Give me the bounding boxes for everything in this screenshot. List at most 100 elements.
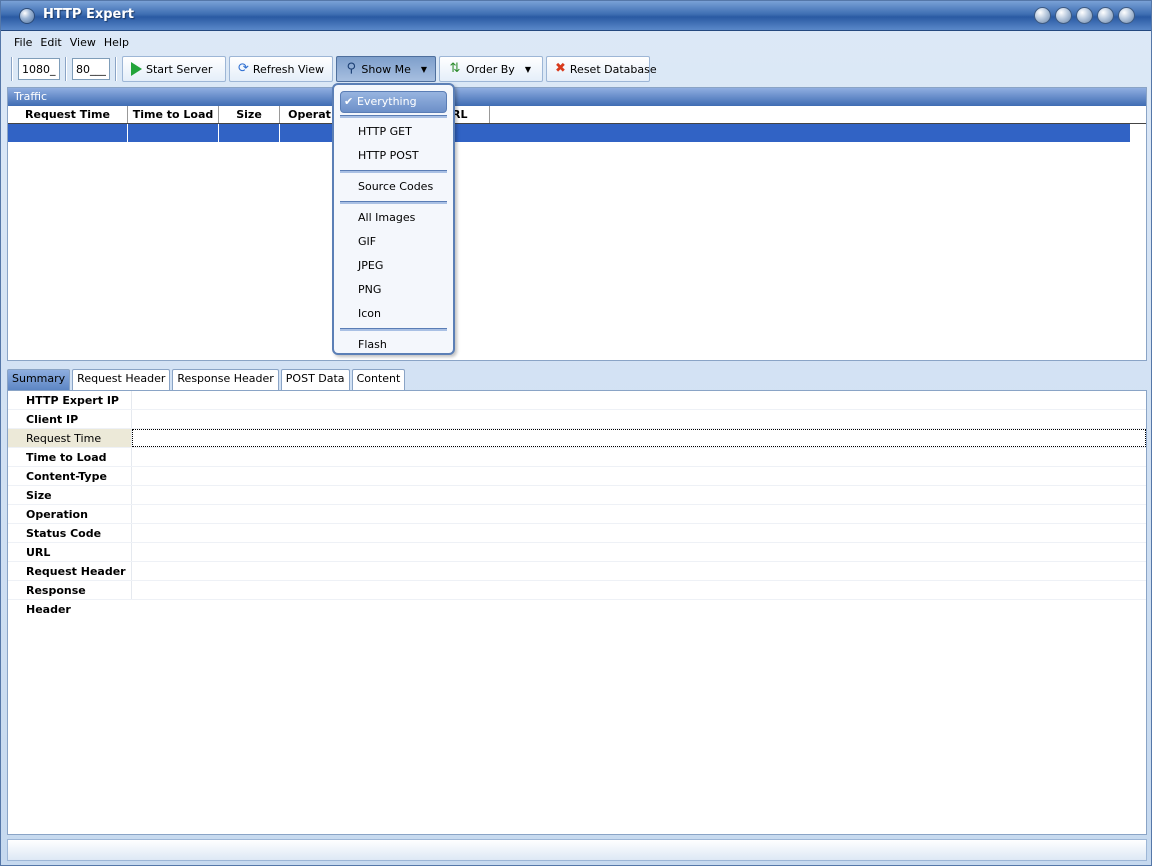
field-label: Content-Type	[8, 467, 132, 485]
field-value[interactable]	[132, 524, 1146, 542]
table-row[interactable]	[8, 124, 1130, 142]
field-label: Response Header	[8, 581, 132, 616]
app-orb-icon[interactable]	[19, 8, 35, 24]
minimize-button[interactable]	[1076, 7, 1093, 24]
window-controls	[1034, 7, 1135, 24]
order-by-button[interactable]: ⇅ Order By ▼	[439, 56, 543, 82]
window-button-2[interactable]	[1055, 7, 1072, 24]
close-button[interactable]	[1118, 7, 1135, 24]
field-value[interactable]	[132, 505, 1146, 523]
menu-item-icon[interactable]: Icon	[334, 302, 453, 326]
start-server-label: Start Server	[146, 62, 213, 76]
menu-item-gif[interactable]: GIF	[334, 230, 453, 254]
field-label: Request Header	[8, 562, 132, 580]
menu-bar: File Edit View Help	[1, 32, 1151, 52]
port-field[interactable]	[72, 58, 110, 80]
list-item[interactable]: Size	[8, 486, 1146, 505]
list-item[interactable]: URL	[8, 543, 1146, 562]
table-cell	[219, 124, 280, 142]
menu-file[interactable]: File	[13, 36, 39, 49]
field-label: HTTP Expert IP	[8, 391, 132, 409]
show-me-label: Show Me	[361, 62, 411, 76]
field-label: Status Code	[8, 524, 132, 542]
ip-field[interactable]	[18, 58, 60, 80]
refresh-view-button[interactable]: ⟳ Refresh View	[229, 56, 333, 82]
table-cell	[128, 124, 219, 142]
field-value[interactable]	[132, 486, 1146, 504]
delete-icon: ✖	[555, 61, 566, 76]
toolbar-separator	[65, 57, 67, 81]
list-item[interactable]: Operation	[8, 505, 1146, 524]
menu-edit[interactable]: Edit	[39, 36, 68, 49]
traffic-panel: Traffic Request Time Time to Load Size O…	[7, 87, 1147, 361]
field-value[interactable]	[132, 448, 1146, 466]
menu-separator	[340, 115, 447, 118]
maximize-button[interactable]	[1097, 7, 1114, 24]
table-cell	[8, 124, 128, 142]
menu-separator	[340, 328, 447, 331]
field-value[interactable]	[132, 429, 1146, 447]
tab-request-header[interactable]: Request Header	[72, 369, 171, 390]
field-value[interactable]	[132, 410, 1146, 428]
window-button-1[interactable]	[1034, 7, 1051, 24]
field-value[interactable]	[132, 467, 1146, 485]
menu-item-label: Everything	[357, 95, 417, 108]
list-item[interactable]: Response Header	[8, 581, 1146, 616]
field-value[interactable]	[132, 562, 1146, 580]
field-value[interactable]	[132, 581, 1146, 599]
menu-item-all-images[interactable]: All Images	[334, 206, 453, 230]
play-icon	[131, 62, 142, 76]
list-item[interactable]: Request Time	[8, 429, 1146, 448]
menu-item-jpeg[interactable]: JPEG	[334, 254, 453, 278]
list-item[interactable]: Request Header	[8, 562, 1146, 581]
detail-tabs: Summary Request Header Response Header P…	[7, 369, 406, 390]
toolbar: Start Server ⟳ Refresh View ⚲ Show Me ▼ …	[9, 55, 657, 83]
chevron-down-icon: ▼	[524, 64, 531, 74]
show-me-menu: ✔ Everything HTTP GET HTTP POST Source C…	[332, 83, 455, 355]
title-bar[interactable]: HTTP Expert	[1, 1, 1151, 31]
field-label: Size	[8, 486, 132, 504]
tab-post-data[interactable]: POST Data	[280, 369, 350, 390]
field-label: Time to Load	[8, 448, 132, 466]
list-item[interactable]: Client IP	[8, 410, 1146, 429]
menu-item-http-get[interactable]: HTTP GET	[334, 120, 453, 144]
list-item[interactable]: Content-Type	[8, 467, 1146, 486]
column-request-time[interactable]: Request Time	[8, 106, 128, 123]
menu-item-flash[interactable]: Flash	[334, 333, 453, 357]
magnifier-icon: ⚲	[346, 61, 356, 76]
tab-response-header[interactable]: Response Header	[172, 369, 279, 390]
column-time-to-load[interactable]: Time to Load	[128, 106, 219, 123]
tab-summary[interactable]: Summary	[7, 369, 71, 390]
column-size[interactable]: Size	[219, 106, 280, 123]
refresh-view-label: Refresh View	[252, 62, 325, 76]
field-value[interactable]	[132, 543, 1146, 561]
list-item[interactable]: Status Code	[8, 524, 1146, 543]
traffic-panel-title: Traffic	[8, 88, 1146, 106]
menu-item-http-post[interactable]: HTTP POST	[334, 144, 453, 168]
field-label: URL	[8, 543, 132, 561]
column-operation[interactable]: Operat	[280, 106, 340, 123]
menu-item-source-codes[interactable]: Source Codes	[334, 175, 453, 199]
window-title: HTTP Expert	[43, 7, 134, 22]
menu-item-everything[interactable]: ✔ Everything	[340, 91, 447, 113]
field-label: Client IP	[8, 410, 132, 428]
sort-icon: ⇅	[449, 61, 461, 76]
list-item[interactable]: Time to Load	[8, 448, 1146, 467]
field-value[interactable]	[132, 391, 1146, 409]
order-by-label: Order By	[466, 62, 515, 76]
reset-database-button[interactable]: ✖ Reset Database	[546, 56, 657, 82]
toolbar-grip	[11, 57, 13, 81]
start-server-button[interactable]: Start Server	[122, 56, 226, 82]
list-item[interactable]: HTTP Expert IP	[8, 391, 1146, 410]
checkmark-icon: ✔	[344, 95, 354, 108]
menu-separator	[340, 170, 447, 173]
app-window: HTTP Expert File Edit View Help Start Se…	[0, 0, 1152, 866]
column-url[interactable]: RL	[450, 106, 490, 123]
tab-content[interactable]: Content	[351, 369, 406, 390]
menu-item-png[interactable]: PNG	[334, 278, 453, 302]
summary-panel: HTTP Expert IP Client IP Request Time Ti…	[7, 390, 1147, 835]
menu-view[interactable]: View	[69, 36, 103, 49]
show-me-button[interactable]: ⚲ Show Me ▼	[336, 56, 436, 82]
chevron-down-icon: ▼	[420, 64, 427, 74]
menu-help[interactable]: Help	[103, 36, 136, 49]
